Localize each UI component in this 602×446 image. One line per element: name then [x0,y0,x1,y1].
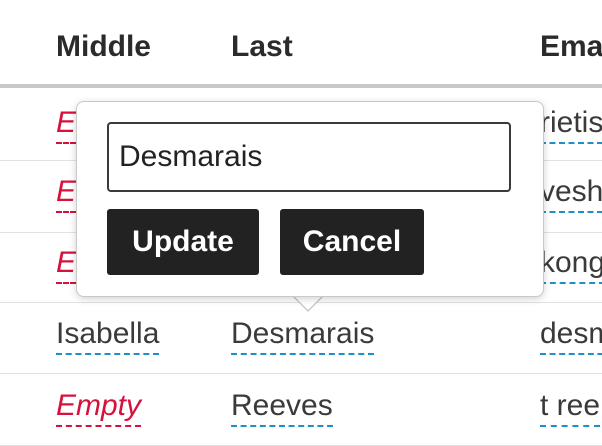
last-name-edit-input[interactable] [107,122,511,192]
email-cell[interactable]: rietis [540,106,602,144]
email-cell[interactable]: t ree [540,389,601,427]
cancel-button[interactable]: Cancel [280,209,424,275]
table-row: Empty Reeves t ree [0,373,602,446]
middle-name-cell[interactable]: Empty [56,389,142,427]
middle-name-cell[interactable]: E [56,106,77,144]
table-header: Middle Last Ema [0,0,602,88]
last-name-cell[interactable]: Desmarais [231,317,375,355]
middle-name-cell[interactable]: E [56,246,77,284]
update-button[interactable]: Update [107,209,259,275]
inline-edit-popover: Update Cancel [76,101,544,297]
column-header-last[interactable]: Last [231,30,293,64]
column-header-middle[interactable]: Middle [56,30,151,64]
last-name-cell[interactable]: Reeves [231,389,333,427]
middle-name-cell[interactable]: Isabella [56,317,160,355]
email-cell[interactable]: vesh [540,175,602,213]
column-header-email[interactable]: Ema [540,30,602,64]
email-cell[interactable]: desm [540,317,602,355]
middle-name-cell[interactable]: E [56,175,77,213]
email-cell[interactable]: kong [540,246,602,284]
